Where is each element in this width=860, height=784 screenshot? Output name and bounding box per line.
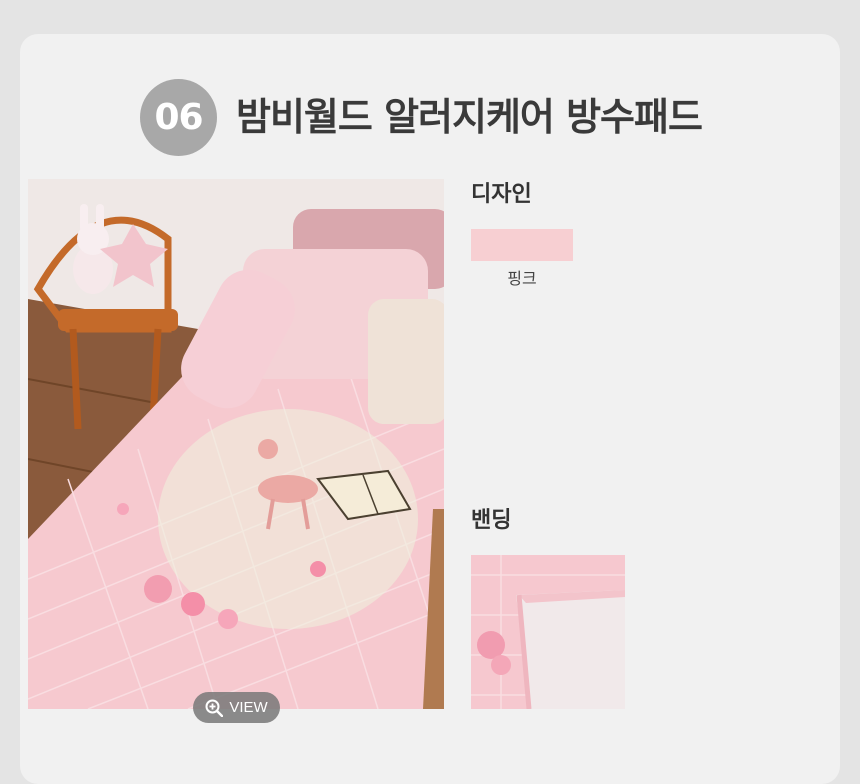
color-swatch-pink[interactable] (471, 229, 573, 261)
design-label: 디자인 (471, 182, 532, 207)
product-photo[interactable] (28, 179, 444, 709)
swatch-color-name: 핑크 (507, 269, 537, 288)
view-zoom-button[interactable]: VIEW (193, 692, 280, 723)
product-title: 밤비월드 알러지케어 방수패드 (236, 95, 703, 139)
banding-detail-photo (471, 555, 625, 709)
banding-label: 밴딩 (471, 508, 512, 533)
view-button-label: VIEW (229, 699, 268, 716)
section-number-badge: 06 (140, 79, 217, 156)
zoom-in-icon (205, 699, 224, 717)
